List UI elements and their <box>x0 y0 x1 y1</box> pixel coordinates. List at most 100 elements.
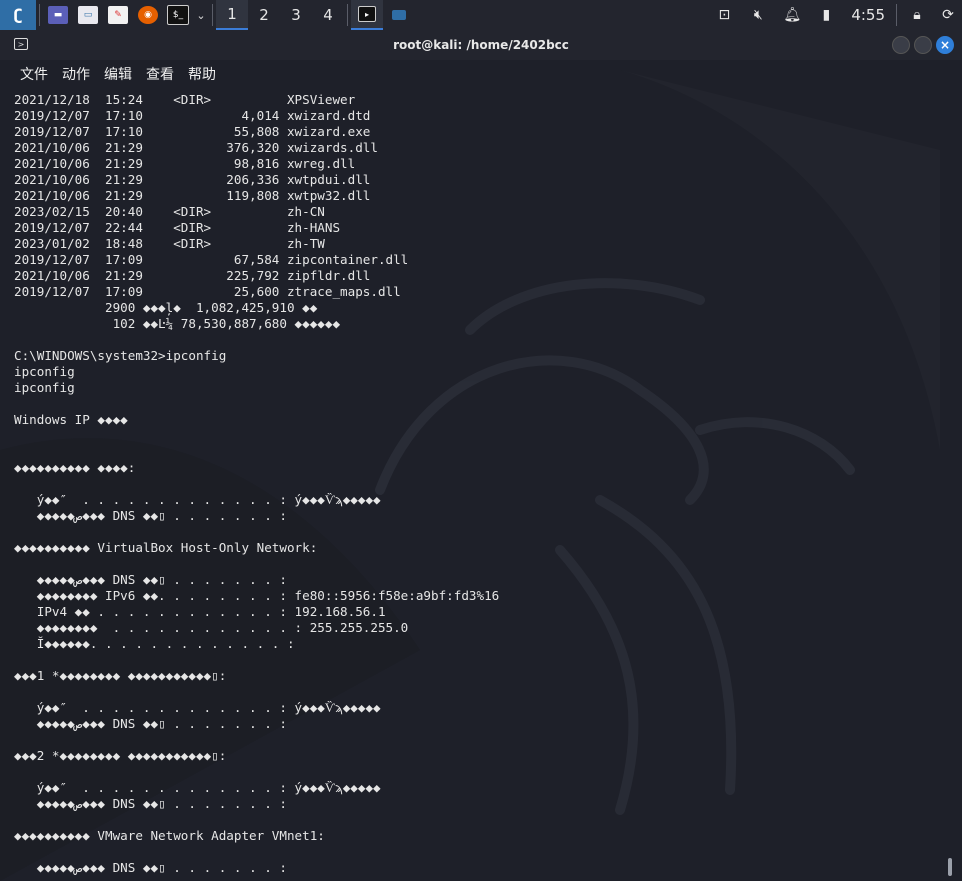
terminal-line: IPv4 ◆◆ . . . . . . . . . . . . : 192.16… <box>14 604 386 619</box>
terminal-launcher-button[interactable]: $_ <box>163 0 193 30</box>
terminal-line: Ĭ◆◆◆◆◆◆. . . . . . . . . . . . . : <box>14 636 295 651</box>
menu-actions[interactable]: 动作 <box>62 64 90 84</box>
terminal-line: C:\WINDOWS\system32>ipconfig <box>14 348 227 363</box>
text-editor-button[interactable]: ✎ <box>103 0 133 30</box>
desktop-icon: ▬ <box>48 6 68 24</box>
maximize-button[interactable] <box>914 36 932 54</box>
terminal-title-icon: > <box>14 38 28 50</box>
menu-help[interactable]: 帮助 <box>188 64 216 84</box>
terminal-line: Windows IP ◆◆◆◆ <box>14 412 128 427</box>
launcher-dropdown-button[interactable]: ⌄ <box>193 0 209 30</box>
taskbar-second-window[interactable] <box>383 0 415 30</box>
volume-muted-icon: 🔇︎ <box>753 7 763 23</box>
kali-menu-button[interactable]: ʗ <box>0 0 36 30</box>
terminal-line: 2019/12/07 17:09 25,600 ztrace_maps.dll <box>14 284 401 299</box>
taskbar-terminal-window[interactable]: ▸ <box>351 0 383 30</box>
workspace-label: 2 <box>259 6 269 24</box>
window-titlebar[interactable]: > root@kali: /home/2402bcc × <box>0 30 962 60</box>
terminal-line: ◆◆◆◆◆◆◆◆◆◆ VMware Network Adapter VMnet1… <box>14 828 325 843</box>
taskbar-separator <box>212 4 213 26</box>
workspace-3[interactable]: 3 <box>280 0 312 30</box>
logout-icon: ⟳ <box>942 7 954 23</box>
terminal-line: 2023/01/02 18:48 <DIR> zh-TW <box>14 236 325 251</box>
terminal-line: ý◆◆″ . . . . . . . . . . . . . : ý◆◆◆Ѷϡ◆… <box>14 780 381 795</box>
window-title: root@kali: /home/2402bcc <box>393 38 569 52</box>
system-tray: ⊡ 🔇︎ 🔔︎ ▮ 4:55 🔒︎ ⟳ <box>707 0 962 30</box>
terminal-line: ◆◆◆◆◆ص◆◆◆ DNS ◆◆▯ . . . . . . . : <box>14 716 287 731</box>
firefox-icon: ◉ <box>138 6 158 24</box>
lock-icon: 🔒︎ <box>913 7 921 23</box>
show-desktop-button[interactable]: ▬ <box>43 0 73 30</box>
menu-edit[interactable]: 编辑 <box>104 64 132 84</box>
terminal-line: ◆◆◆◆◆◆◆◆◆◆ ◆◆◆◆: <box>14 460 136 475</box>
workspace-4[interactable]: 4 <box>312 0 344 30</box>
close-button[interactable]: × <box>936 36 954 54</box>
lock-screen-button[interactable]: 🔒︎ <box>900 0 934 30</box>
window-icon <box>392 10 406 20</box>
taskbar-separator <box>347 4 348 26</box>
minimize-button[interactable] <box>892 36 910 54</box>
terminal-line: ◆◆◆◆◆ص◆◆◆ DNS ◆◆▯ . . . . . . . : <box>14 796 287 811</box>
terminal-line: ◆◆◆◆◆◆◆◆ . . . . . . . . . . . . : 255.2… <box>14 620 409 635</box>
terminal-line: 2023/02/15 20:40 <DIR> zh-CN <box>14 204 325 219</box>
workspace-label: 3 <box>291 6 301 24</box>
firefox-button[interactable]: ◉ <box>133 0 163 30</box>
workspace-label: 1 <box>227 5 237 23</box>
close-icon: × <box>939 38 951 52</box>
window-controls: × <box>892 36 954 54</box>
terminal-line: 2900 ◆◆◆ļ◆ 1,082,425,910 ◆◆ <box>14 300 318 315</box>
display-icon: ⊡ <box>718 7 731 23</box>
workspace-2[interactable]: 2 <box>248 0 280 30</box>
terminal-line: 2021/12/18 15:24 <DIR> XPSViewer <box>14 92 356 107</box>
file-manager-button[interactable]: ▭ <box>73 0 103 30</box>
terminal-line: 2019/12/07 17:10 4,014 xwizard.dtd <box>14 108 371 123</box>
terminal-line: 102 ◆◆Ŀ¼ 78,530,887,680 ◆◆◆◆◆◆ <box>14 316 341 331</box>
workspace-1[interactable]: 1 <box>216 0 248 30</box>
terminal-line: ◆◆◆◆◆ص◆◆◆ DNS ◆◆▯ . . . . . . . : <box>14 860 287 875</box>
terminal-line: ipconfig <box>14 380 75 395</box>
terminal-line: 2021/10/06 21:29 206,336 xwtpdui.dll <box>14 172 371 187</box>
terminal-line: ý◆◆″ . . . . . . . . . . . . . : ý◆◆◆Ѷϡ◆… <box>14 492 381 507</box>
workspace-label: 4 <box>323 6 333 24</box>
terminal-line: 2021/10/06 21:29 98,816 xwreg.dll <box>14 156 356 171</box>
taskbar-separator <box>39 4 40 26</box>
terminal-window: > root@kali: /home/2402bcc × 文件 动作 编辑 查看… <box>0 30 962 881</box>
terminal-icon: $_ <box>167 5 189 25</box>
taskbar: ʗ ▬ ▭ ✎ ◉ $_ ⌄ 1 2 3 4 ▸ ⊡ 🔇︎ 🔔︎ ▮ 4:55 … <box>0 0 962 31</box>
terminal-output[interactable]: 2021/12/18 15:24 <DIR> XPSViewer 2019/12/… <box>14 92 944 881</box>
display-button[interactable]: ⊡ <box>707 0 741 30</box>
battery-charging-icon: ▮ <box>822 7 831 23</box>
logout-button[interactable]: ⟳ <box>934 0 962 30</box>
battery-button[interactable]: ▮ <box>809 0 843 30</box>
terminal-line: ý◆◆″ . . . . . . . . . . . . . : ý◆◆◆Ѷϡ◆… <box>14 700 381 715</box>
clock[interactable]: 4:55 <box>843 6 893 24</box>
terminal-line: 2019/12/07 22:44 <DIR> zh-HANS <box>14 220 341 235</box>
kali-dragon-icon: ʗ <box>13 6 23 24</box>
menu-bar: 文件 动作 编辑 查看 帮助 <box>0 60 962 88</box>
terminal-line: ◆◆◆◆◆ص◆◆◆ DNS ◆◆▯ . . . . . . . : <box>14 572 287 587</box>
terminal-line: 2021/10/06 21:29 225,792 zipfldr.dll <box>14 268 371 283</box>
notifications-button[interactable]: 🔔︎ <box>775 0 809 30</box>
terminal-line: 2021/10/06 21:29 119,808 xwtpw32.dll <box>14 188 371 203</box>
terminal-line: ◆◆◆◆◆ص◆◆◆ DNS ◆◆▯ . . . . . . . : <box>14 508 287 523</box>
terminal-line: ◆◆◆1 *◆◆◆◆◆◆◆◆ ◆◆◆◆◆◆◆◆◆◆◆▯: <box>14 668 227 683</box>
terminal-line: 2021/10/06 21:29 376,320 xwizards.dll <box>14 140 378 155</box>
terminal-line: ◆◆◆◆◆◆◆◆ IPv6 ◆◆. . . . . . . . : fe80::… <box>14 588 500 603</box>
terminal-scrollbar[interactable] <box>948 858 952 876</box>
terminal-line: ◆◆◆◆◆◆◆◆◆◆ VirtualBox Host-Only Network: <box>14 540 318 555</box>
volume-button[interactable]: 🔇︎ <box>741 0 775 30</box>
menu-view[interactable]: 查看 <box>146 64 174 84</box>
text-editor-icon: ✎ <box>108 6 128 24</box>
menu-file[interactable]: 文件 <box>20 64 48 84</box>
terminal-line: 2019/12/07 17:09 67,584 zipcontainer.dll <box>14 252 409 267</box>
